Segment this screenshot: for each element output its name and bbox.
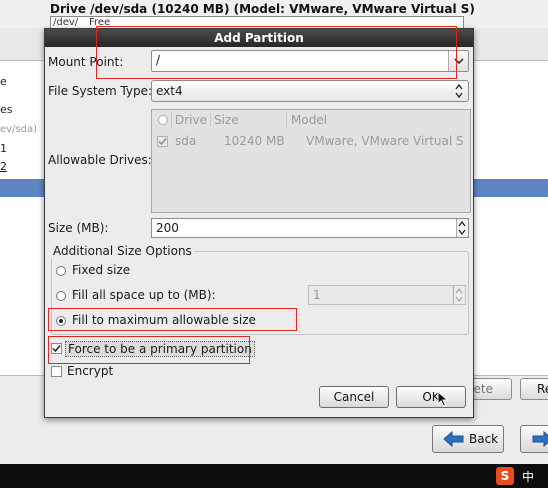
column-separator	[171, 113, 172, 127]
force-primary-checkbox[interactable]	[51, 343, 62, 354]
header-select-indicator	[158, 115, 168, 125]
column-header-model: Model	[291, 113, 328, 127]
size-value: 200	[156, 221, 179, 235]
file-system-type-label: File System Type:	[48, 84, 153, 98]
drive-checkbox	[157, 136, 168, 147]
size-label: Size (MB):	[48, 221, 109, 235]
column-header-drive: Drive	[175, 113, 207, 127]
mount-point-dropdown-button[interactable]	[448, 51, 468, 71]
drive-model: VMware, VMware Virtual S	[306, 134, 464, 148]
mount-point-combo[interactable]: /	[151, 50, 469, 72]
spin-arrows-icon	[455, 288, 463, 302]
fill-maximum-label[interactable]: Fill to maximum allowable size	[72, 313, 256, 327]
fill-up-to-value: 1	[313, 288, 321, 302]
encrypt-checkbox[interactable]	[51, 366, 62, 377]
cancel-button[interactable]: Cancel	[319, 386, 389, 408]
fill-up-to-label[interactable]: Fill all space up to (MB):	[72, 288, 216, 302]
fill-up-to-spin-buttons[interactable]	[453, 286, 465, 304]
column-separator	[286, 113, 287, 127]
chevron-down-icon	[453, 58, 464, 64]
mouse-cursor-icon	[437, 391, 449, 407]
column-separator	[210, 113, 211, 127]
size-spinbox[interactable]: 200	[151, 218, 469, 238]
ok-button[interactable]: OK	[396, 386, 466, 408]
reset-button[interactable]: Re	[520, 378, 548, 400]
list-item[interactable]: ev/sda)	[0, 124, 37, 135]
drive-name: sda	[175, 134, 197, 148]
next-button[interactable]	[520, 425, 548, 453]
drive-size: 10240 MB	[224, 134, 285, 148]
fixed-size-radio[interactable]	[56, 266, 66, 276]
allowable-drives-table: Drive Size Model sda 10240 MB VMware, VM…	[151, 109, 471, 213]
arrow-left-icon	[443, 431, 464, 447]
mount-point-value: /	[156, 53, 161, 67]
list-item[interactable]: e	[0, 75, 7, 88]
dialog-title: Add Partition	[45, 29, 473, 47]
size-spin-buttons[interactable]	[456, 219, 468, 237]
taskbar: S 中	[0, 464, 548, 488]
list-item[interactable]: 1	[0, 142, 7, 155]
fixed-size-label[interactable]: Fixed size	[72, 263, 130, 277]
fill-up-to-radio[interactable]	[56, 291, 66, 301]
allowable-drives-label: Allowable Drives:	[48, 153, 152, 167]
additional-size-options-legend: Additional Size Options	[51, 244, 194, 258]
add-partition-dialog: Add Partition Mount Point: / File System…	[44, 28, 474, 418]
spin-arrows-icon	[458, 221, 466, 235]
input-language-indicator[interactable]: 中	[522, 468, 534, 485]
encrypt-label[interactable]: Encrypt	[67, 364, 113, 378]
checkmark-icon	[52, 345, 61, 353]
list-item[interactable]: es	[0, 103, 13, 116]
drive-title: Drive /dev/sda (10240 MB) (Model: VMware…	[50, 2, 475, 16]
checkmark-icon	[158, 138, 167, 146]
fill-up-to-spinbox[interactable]: 1	[308, 285, 466, 305]
file-system-type-value: ext4	[156, 84, 183, 98]
column-header-size: Size	[214, 113, 239, 127]
file-system-type-select[interactable]: ext4	[151, 80, 469, 102]
force-primary-label[interactable]: Force to be a primary partition	[65, 341, 255, 357]
fill-maximum-radio[interactable]	[56, 316, 66, 326]
sogou-icon[interactable]: S	[496, 467, 514, 485]
mount-point-label: Mount Point:	[48, 55, 124, 69]
updown-arrows-icon	[455, 83, 463, 99]
back-button[interactable]: Back	[432, 425, 504, 453]
arrow-right-icon	[532, 431, 548, 447]
list-item[interactable]: 2	[0, 160, 7, 173]
back-label: Back	[469, 432, 499, 446]
